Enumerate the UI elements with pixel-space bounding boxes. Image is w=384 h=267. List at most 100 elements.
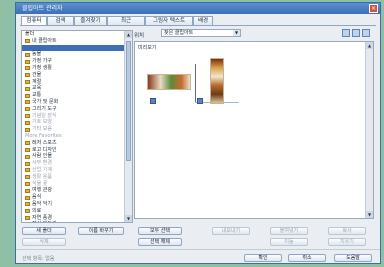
tree-item-label: 가정 가구 <box>32 58 52 65</box>
tree-item-label: 산업 기계 <box>32 166 52 173</box>
scroll-down-icon[interactable]: ▼ <box>366 211 373 218</box>
folder-icon <box>25 147 30 152</box>
tree-item-selected[interactable] <box>22 44 125 52</box>
tab-recent[interactable]: 최근 <box>107 16 145 25</box>
tree-item[interactable]: 장식 테두리 <box>22 221 125 222</box>
folder-tree: 폴더 내 클립아트 동물 가정 가구 가정 생활 건물 계절 교육 교통 국가 및 문화 그리기 도… <box>22 31 125 222</box>
cancel-button[interactable]: 취소 <box>288 254 326 262</box>
tree-item[interactable]: 내 클립아트 <box>22 38 125 45</box>
folder-icon <box>25 202 30 207</box>
copy-button[interactable]: 복사 <box>328 227 366 235</box>
preview-scrollbar[interactable]: ▲ ▼ <box>365 42 373 218</box>
window-title: 클립아트 관리자 <box>22 5 63 12</box>
tree-item[interactable]: 교육 <box>22 85 125 92</box>
tree-item-label: 레저 스포츠 <box>32 139 57 146</box>
paste-button[interactable]: 붙여넣기 <box>270 227 308 235</box>
tree-item[interactable]: 가정 생활 <box>22 65 125 72</box>
tree-item[interactable]: 가정 가구 <box>22 58 125 65</box>
tab-background[interactable]: 배경 <box>193 16 213 25</box>
preview-title: 미리보기 <box>138 45 157 51</box>
tree-item[interactable]: 의료 <box>22 208 125 215</box>
path-dropdown[interactable]: 찾은 클립아트 ▼ <box>161 29 241 37</box>
tree-item-label: 교통 <box>32 92 42 99</box>
close-button[interactable]: × <box>369 4 378 13</box>
folder-icon <box>25 39 30 44</box>
clipart-thumbnail[interactable] <box>147 74 191 90</box>
scroll-down-icon[interactable]: ▼ <box>125 215 132 222</box>
tab-shadow-text[interactable]: 그림자 텍스트 <box>145 16 193 25</box>
chevron-down-icon[interactable]: ▼ <box>233 30 240 36</box>
folder-icon <box>25 86 30 91</box>
tree-item[interactable]: 계절 <box>22 79 125 86</box>
tab-search[interactable]: 검색 <box>47 16 74 25</box>
tree-item[interactable]: 사무 환경 <box>22 160 125 167</box>
tree-item[interactable]: 생활 용품 <box>22 174 125 181</box>
folder-icon <box>25 181 30 186</box>
title-bar: 클립아트 관리자 <box>16 3 380 14</box>
thumbnail-view-icon[interactable] <box>342 29 350 37</box>
tree-item-label: 의료 <box>32 207 42 214</box>
tree-item-label: 국가 및 문화 <box>32 98 59 105</box>
folder-icon <box>25 168 30 173</box>
folder-icon <box>25 66 30 71</box>
list-view-icon[interactable] <box>352 29 360 37</box>
tree-item[interactable]: 국가 및 문화 <box>22 99 125 106</box>
new-folder-button[interactable]: 새 폴더 <box>22 227 66 235</box>
rename-button[interactable]: 이름 바꾸기 <box>78 227 124 235</box>
tree-scroll-thumb[interactable] <box>126 41 131 161</box>
folder-icon <box>25 215 30 220</box>
tree-item[interactable]: 교통 <box>22 92 125 99</box>
tree-item[interactable]: 건물 <box>22 72 125 79</box>
select-checkbox-icon[interactable] <box>150 98 156 104</box>
tree-item-label: 음식 <box>32 194 42 201</box>
folder-icon <box>25 127 30 132</box>
tree-scrollbar[interactable]: ▲ ▼ <box>124 31 132 222</box>
tab-favorites[interactable]: 즐겨찾기 <box>74 16 107 25</box>
folder-icon <box>25 120 30 125</box>
tree-item-label: 가정 생활 <box>32 64 52 71</box>
tree-item[interactable]: 음악 악기 <box>22 201 125 208</box>
tree-item-label: 사무 환경 <box>32 160 52 167</box>
tree-item[interactable]: 그리기 도구 <box>22 106 125 113</box>
move-button[interactable]: 이동 <box>270 238 308 246</box>
tree-item-label: 기타 모음 <box>32 126 52 133</box>
erase-button[interactable]: 지우기 <box>328 238 366 246</box>
folder-icon <box>25 52 30 57</box>
tree-item[interactable]: 산업 기계 <box>22 167 125 174</box>
clipart-manager-window: 클립아트 관리자 × 컴퓨터 검색 즐겨찾기 최근 그림자 텍스트 배경 폴더 내… <box>15 2 381 264</box>
tree-item-label: 음악 악기 <box>32 200 52 207</box>
folder-icon <box>25 195 30 200</box>
status-text: 선택 항목: 없음 <box>22 256 55 262</box>
select-checkbox-icon[interactable] <box>197 98 203 104</box>
tree-item[interactable]: 레저 스포츠 <box>22 140 125 147</box>
folder-icon <box>25 141 30 146</box>
folder-icon <box>25 175 30 180</box>
select-all-button[interactable]: 모두 선택 <box>138 227 182 235</box>
path-value: 찾은 클립아트 <box>164 30 194 36</box>
clipart-thumbnail[interactable] <box>210 58 224 104</box>
scroll-up-icon[interactable]: ▲ <box>125 31 132 38</box>
tab-divider <box>20 25 376 26</box>
folder-icon <box>25 100 30 105</box>
folder-icon <box>25 154 30 159</box>
folder-icon <box>25 59 30 64</box>
divider-line <box>195 64 196 102</box>
export-button[interactable]: 내보내기 <box>212 227 250 235</box>
folder-icon <box>25 107 30 112</box>
tree-root[interactable]: 폴더 <box>22 31 125 38</box>
folder-icon <box>25 209 30 214</box>
tree-item[interactable]: More Favorites <box>22 133 125 140</box>
tree-item[interactable]: 기타 모음 <box>22 126 125 133</box>
ok-button[interactable]: 확인 <box>244 254 282 262</box>
tree-item-label: 폴더 <box>25 31 35 37</box>
scroll-up-icon[interactable]: ▲ <box>366 42 373 49</box>
delete-folder-button[interactable]: 삭제 <box>22 238 66 246</box>
clear-selection-button[interactable]: 선택 해제 <box>138 238 182 246</box>
help-button[interactable]: 도움말 <box>334 254 372 262</box>
tree-item-label: 건물 <box>32 71 42 78</box>
folder-icon <box>25 79 30 84</box>
folder-tree-panel: 폴더 내 클립아트 동물 가정 가구 가정 생활 건물 계절 교육 교통 국가 및 문화 그리기 도… <box>21 30 133 223</box>
detail-view-icon[interactable] <box>362 29 370 37</box>
path-label: 위치 <box>134 33 145 39</box>
tree-item[interactable]: 음식 <box>22 194 125 201</box>
